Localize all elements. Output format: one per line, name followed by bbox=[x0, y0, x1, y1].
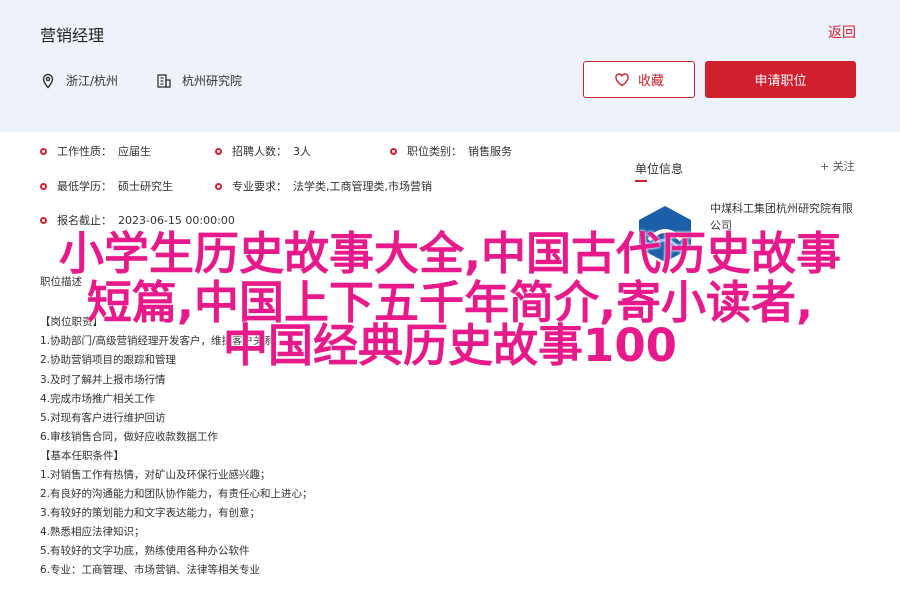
info-label: 招聘人数： bbox=[232, 145, 287, 158]
circle-dot-icon bbox=[40, 147, 47, 155]
info-education: 最低学历： 硕士研究生 bbox=[40, 178, 173, 194]
description-line: 6.审核销售合同，做好应收款数据工作 bbox=[40, 431, 219, 443]
info-label: 工作性质： bbox=[57, 145, 112, 158]
info-value: 销售服务 bbox=[468, 145, 512, 158]
info-headcount: 招聘人数： 3人 bbox=[215, 143, 311, 159]
title-underline bbox=[635, 180, 647, 182]
info-label: 最低学历： bbox=[57, 180, 112, 193]
back-link[interactable]: 返回 bbox=[828, 22, 856, 42]
description-line: 1.对销售工作有热情，对矿山及环保行业感兴趣； bbox=[40, 469, 271, 481]
info-category: 职位类别： 销售服务 bbox=[390, 143, 512, 159]
info-value: 硕士研究生 bbox=[118, 180, 173, 193]
info-label: 职位类别： bbox=[407, 145, 462, 158]
circle-dot-icon bbox=[215, 147, 222, 155]
circle-dot-icon bbox=[390, 147, 397, 155]
circle-dot-icon bbox=[215, 182, 222, 190]
overlay-headline-line3: 中国经典历史故事100 bbox=[223, 319, 677, 372]
info-work-type: 工作性质： 应届生 bbox=[40, 143, 151, 159]
info-value: 法学类,工商管理类,市场营销 bbox=[293, 180, 432, 193]
location-text: 浙江/杭州 bbox=[66, 74, 119, 88]
overlay-headline-line1: 小学生历史故事大全,中国古代历史故事 bbox=[58, 227, 842, 280]
info-major: 专业要求： 法学类,工商管理类,市场营销 bbox=[215, 178, 432, 194]
follow-button[interactable]: + 关注 bbox=[820, 158, 855, 174]
description-line: 5.有较好的文字功底，熟练使用各种办公软件 bbox=[40, 545, 250, 557]
description-line: 2.有良好的沟通能力和团队协作能力，有责任心和上进心； bbox=[40, 488, 313, 500]
info-value: 3人 bbox=[293, 145, 311, 158]
description-line: 5.对现有客户进行维护回访 bbox=[40, 412, 166, 424]
building-icon bbox=[157, 73, 171, 88]
company-info-title: 单位信息 bbox=[635, 162, 684, 176]
info-value: 2023-06-15 00:00:00 bbox=[118, 213, 235, 227]
description-line: 【基本任职条件】 bbox=[40, 450, 124, 462]
heart-icon bbox=[615, 72, 629, 86]
job-title: 营销经理 bbox=[40, 26, 105, 45]
favorite-label: 收藏 bbox=[637, 74, 664, 89]
location-meta: 浙江/杭州 bbox=[40, 72, 118, 89]
job-header: 营销经理 返回 浙江/杭州 杭州研究院 收藏 申请职位 bbox=[0, 0, 900, 132]
description-line: 3.及时了解并上报市场行情 bbox=[40, 374, 166, 386]
location-pin-icon bbox=[42, 73, 54, 89]
org-meta: 杭州研究院 bbox=[156, 72, 242, 89]
circle-dot-icon bbox=[40, 182, 47, 190]
apply-label: 申请职位 bbox=[754, 74, 807, 89]
description-line: 6.专业：工商管理、市场营销、法律等相关专业 bbox=[40, 564, 261, 576]
apply-button[interactable]: 申请职位 bbox=[705, 61, 856, 98]
favorite-button[interactable]: 收藏 bbox=[583, 61, 695, 98]
description-line: 4.熟悉相应法律知识； bbox=[40, 526, 145, 538]
description-line: 3.有较好的策划能力和文字表达能力，有创意； bbox=[40, 507, 261, 519]
org-text: 杭州研究院 bbox=[182, 74, 243, 88]
circle-dot-icon bbox=[40, 216, 47, 224]
info-value: 应届生 bbox=[118, 145, 151, 158]
info-label: 专业要求： bbox=[232, 180, 287, 193]
description-line: 4.完成市场推广相关工作 bbox=[40, 393, 156, 405]
